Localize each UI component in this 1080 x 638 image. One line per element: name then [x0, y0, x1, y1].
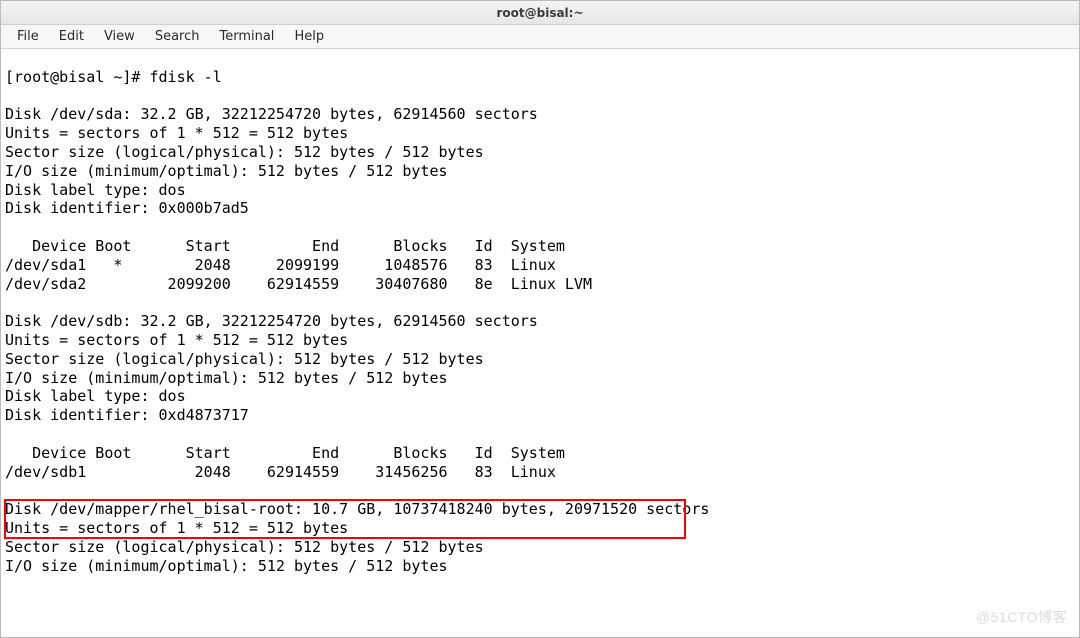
titlebar: root@bisal:~ — [1, 1, 1079, 25]
sda-sector-line: Sector size (logical/physical): 512 byte… — [5, 143, 484, 161]
sdb-label-line: Disk label type: dos — [5, 387, 186, 405]
menu-view[interactable]: View — [94, 27, 145, 46]
menu-edit[interactable]: Edit — [49, 27, 94, 46]
sdb-row-1: /dev/sdb1 2048 62914559 31456256 83 Linu… — [5, 463, 556, 481]
sdb-disk-line: Disk /dev/sdb: 32.2 GB, 32212254720 byte… — [5, 312, 538, 330]
menu-terminal[interactable]: Terminal — [209, 27, 284, 46]
mapper-disk-line: Disk /dev/mapper/rhel_bisal-root: 10.7 G… — [5, 500, 709, 518]
menu-help[interactable]: Help — [284, 27, 334, 46]
prompt-line: [root@bisal ~]# fdisk -l — [5, 68, 222, 86]
sda-io-line: I/O size (minimum/optimal): 512 bytes / … — [5, 162, 448, 180]
terminal-output[interactable]: [root@bisal ~]# fdisk -l Disk /dev/sda: … — [1, 49, 1079, 575]
sdb-sector-line: Sector size (logical/physical): 512 byte… — [5, 350, 484, 368]
sda-row-1: /dev/sda1 * 2048 2099199 1048576 83 Linu… — [5, 256, 556, 274]
window-title: root@bisal:~ — [496, 6, 583, 20]
menu-file[interactable]: File — [7, 27, 49, 46]
sdb-units-line: Units = sectors of 1 * 512 = 512 bytes — [5, 331, 348, 349]
watermark: @51CTO博客 — [976, 607, 1067, 627]
menu-search[interactable]: Search — [145, 27, 210, 46]
sda-table-header: Device Boot Start End Blocks Id System — [5, 237, 565, 255]
sda-identifier-line: Disk identifier: 0x000b7ad5 — [5, 199, 249, 217]
mapper-units-line: Units = sectors of 1 * 512 = 512 bytes — [5, 519, 348, 537]
sdb-table-header: Device Boot Start End Blocks Id System — [5, 444, 565, 462]
mapper-sector-line: Sector size (logical/physical): 512 byte… — [5, 538, 484, 556]
sda-row-2: /dev/sda2 2099200 62914559 30407680 8e L… — [5, 275, 592, 293]
sda-units-line: Units = sectors of 1 * 512 = 512 bytes — [5, 124, 348, 142]
sda-label-line: Disk label type: dos — [5, 181, 186, 199]
menubar: File Edit View Search Terminal Help — [1, 25, 1079, 49]
mapper-io-line: I/O size (minimum/optimal): 512 bytes / … — [5, 557, 448, 575]
sdb-identifier-line: Disk identifier: 0xd4873717 — [5, 406, 249, 424]
sda-disk-line: Disk /dev/sda: 32.2 GB, 32212254720 byte… — [5, 105, 538, 123]
sdb-io-line: I/O size (minimum/optimal): 512 bytes / … — [5, 369, 448, 387]
